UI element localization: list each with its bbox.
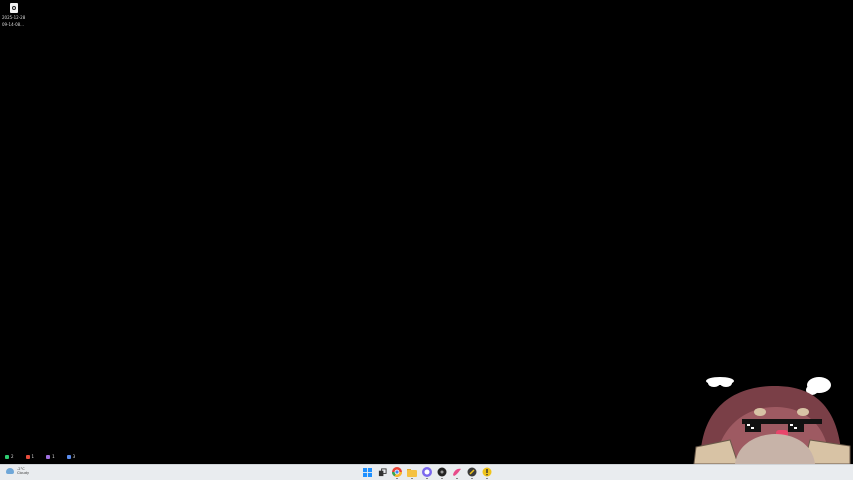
file-label-time: 09-14-08...	[2, 22, 24, 27]
terminal-button[interactable]	[437, 467, 447, 479]
folder-icon	[407, 468, 417, 477]
file-label-date: 2025-12-28	[2, 15, 26, 20]
taskbar-apps	[362, 467, 492, 479]
chat-bubble-icon	[422, 467, 432, 477]
widget-counters: 2 1 1 3	[5, 454, 75, 460]
bird-icon	[453, 468, 461, 476]
chrome-button[interactable]	[392, 467, 402, 479]
counter-blue[interactable]: 3	[66, 454, 76, 460]
desktop[interactable]: 2025-12-28 09-14-08... 2 1 1 3	[0, 0, 853, 464]
alert-app-button[interactable]	[482, 467, 492, 479]
blue-app-icon	[66, 455, 71, 459]
file-explorer-button[interactable]	[407, 467, 417, 479]
weather-condition: Cloudy	[17, 471, 30, 475]
counter-purple[interactable]: 1	[46, 454, 55, 460]
green-app-icon	[5, 455, 9, 459]
purple-app-icon	[46, 455, 51, 459]
windows-logo-icon	[362, 467, 372, 477]
chrome-icon	[392, 467, 402, 477]
task-view-icon	[378, 467, 387, 476]
counter-red[interactable]: 1	[25, 454, 35, 460]
counter-value: 1	[31, 454, 35, 459]
pen-app-button[interactable]	[467, 467, 477, 479]
red-app-icon	[25, 455, 30, 459]
cloud-icon	[6, 468, 14, 474]
desktop-file-shortcut[interactable]: 2025-12-28 09-14-08...	[2, 3, 42, 27]
counter-green[interactable]: 2	[5, 454, 14, 460]
counter-value: 2	[11, 454, 14, 459]
counter-value: 1	[52, 454, 55, 459]
mascot-illustration	[693, 377, 851, 464]
file-icon	[10, 3, 18, 13]
messenger-button[interactable]	[422, 467, 432, 479]
weather-widget[interactable]: -2°C Cloudy	[6, 467, 29, 475]
taskbar: -2°C Cloudy	[0, 464, 853, 480]
circle-dark-icon	[437, 467, 447, 477]
pen-icon	[467, 467, 477, 477]
counter-value: 3	[72, 454, 76, 459]
start-button[interactable]	[362, 467, 372, 477]
exclamation-icon	[482, 467, 492, 477]
bird-app-button[interactable]	[452, 467, 462, 479]
task-view-button[interactable]	[377, 467, 387, 477]
